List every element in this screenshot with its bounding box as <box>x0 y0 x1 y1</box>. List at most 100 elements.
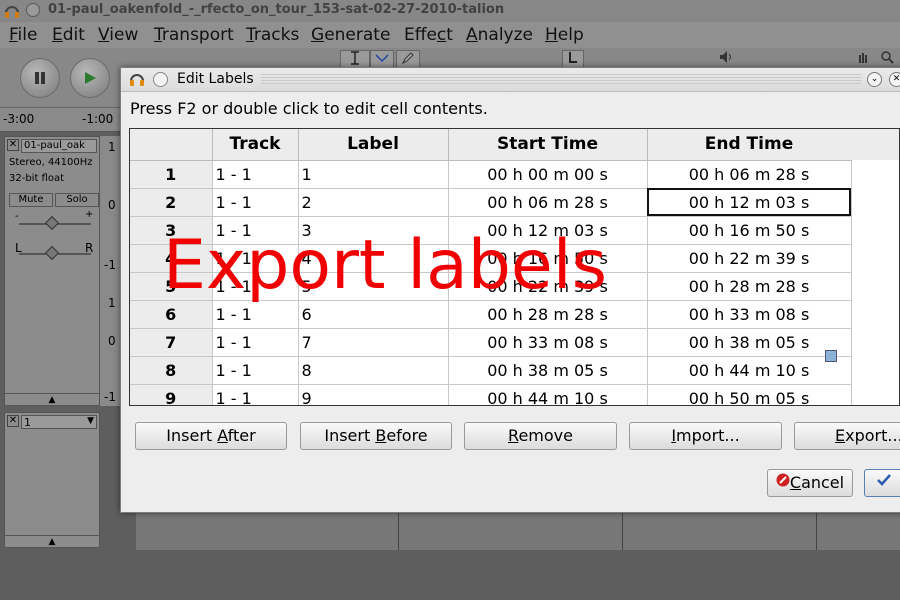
track-cell[interactable]: 1 - 1 <box>212 188 299 217</box>
row-number-cell[interactable]: 8 <box>130 356 213 385</box>
table-row[interactable]: 41 - 1 4 00 h 16 m 50 s 00 h 22 m 39 s <box>130 244 852 273</box>
insert-after-button[interactable]: Insert After <box>135 422 287 450</box>
row-number-cell[interactable]: 9 <box>130 384 213 405</box>
row-number-cell[interactable]: 5 <box>130 272 213 301</box>
track-cell[interactable]: 1 - 1 <box>212 244 299 273</box>
label-cell[interactable]: 4 <box>298 244 449 273</box>
dialog-window-menu-button[interactable] <box>153 72 168 87</box>
column-header-start-time[interactable]: Start Time <box>448 129 648 161</box>
start-time-cell[interactable]: 00 h 00 m 00 s <box>448 160 648 189</box>
track-cell[interactable]: 1 - 1 <box>212 300 299 329</box>
label-track-control-panel: ✕ 1 ▼ ▲ <box>4 412 100 548</box>
table-row[interactable]: 91 - 1 9 00 h 44 m 10 s 00 h 50 m 05 s <box>130 384 852 405</box>
menu-view[interactable]: View <box>98 25 138 45</box>
menu-help[interactable]: Help <box>545 25 584 45</box>
menu-transport[interactable]: Transport <box>154 25 234 45</box>
track-cell[interactable]: 1 - 1 <box>212 216 299 245</box>
start-time-cell[interactable]: 00 h 44 m 10 s <box>448 384 648 405</box>
end-time-cell[interactable]: 00 h 22 m 39 s <box>647 244 852 273</box>
start-time-cell[interactable]: 00 h 28 m 28 s <box>448 300 648 329</box>
track-cell[interactable]: 1 - 1 <box>212 356 299 385</box>
menubar: File Edit View Transport Tracks Generate… <box>0 22 900 48</box>
end-time-cell[interactable]: 00 h 44 m 10 s <box>647 356 852 385</box>
track-cell[interactable]: 1 - 1 <box>212 160 299 189</box>
row-number-cell[interactable]: 7 <box>130 328 213 357</box>
table-row[interactable]: 21 - 1 2 00 h 06 m 28 s 00 h 12 m 03 s <box>130 188 852 217</box>
end-time-cell[interactable]: 00 h 06 m 28 s <box>647 160 852 189</box>
label-cell[interactable]: 1 <box>298 160 449 189</box>
track-cell[interactable]: 1 - 1 <box>212 384 299 405</box>
label-track-name-menu[interactable]: 1 ▼ <box>21 415 97 429</box>
end-time-cell[interactable]: 00 h 12 m 03 s <box>647 188 852 217</box>
start-time-cell[interactable]: 00 h 06 m 28 s <box>448 188 648 217</box>
start-time-cell[interactable]: 00 h 33 m 08 s <box>448 328 648 357</box>
menu-effect[interactable]: Effect <box>404 25 453 45</box>
mute-button[interactable]: Mute <box>9 193 53 207</box>
track-cell[interactable]: 1 - 1 <box>212 328 299 357</box>
export-button[interactable]: Export... <box>794 422 900 450</box>
track-name-menu[interactable]: 01-paul_oak <box>21 139 97 153</box>
label-cell[interactable]: 9 <box>298 384 449 405</box>
table-row[interactable]: 51 - 1 5 00 h 22 m 39 s 00 h 28 m 28 s <box>130 272 852 301</box>
menu-edit[interactable]: Edit <box>52 25 85 45</box>
start-time-cell[interactable]: 00 h 22 m 39 s <box>448 272 648 301</box>
start-time-cell[interactable]: 00 h 12 m 03 s <box>448 216 648 245</box>
end-time-cell[interactable]: 00 h 16 m 50 s <box>647 216 852 245</box>
end-time-cell[interactable]: 00 h 28 m 28 s <box>647 272 852 301</box>
table-row[interactable]: 61 - 1 6 00 h 28 m 28 s 00 h 33 m 08 s <box>130 300 852 329</box>
row-number-cell[interactable]: 1 <box>130 160 213 189</box>
collapse-track-button[interactable]: ▲ <box>5 393 99 405</box>
solo-button[interactable]: Solo <box>55 193 99 207</box>
dropdown-arrow-icon: ▼ <box>87 416 94 426</box>
close-dialog-button[interactable]: ✕ <box>889 72 900 87</box>
end-time-cell[interactable]: 00 h 33 m 08 s <box>647 300 852 329</box>
menu-generate[interactable]: Generate <box>311 25 390 45</box>
table-row[interactable]: 11 - 1 1 00 h 00 m 00 s 00 h 06 m 28 s <box>130 160 852 189</box>
track-close-button[interactable]: ✕ <box>7 139 19 151</box>
timeline-ruler[interactable]: -3:00 -1:00 <box>0 108 130 132</box>
play-icon <box>71 59 109 100</box>
track-cell[interactable]: 1 - 1 <box>212 272 299 301</box>
menu-tracks[interactable]: Tracks <box>246 25 299 45</box>
row-number-cell[interactable]: 4 <box>130 244 213 273</box>
ok-button[interactable] <box>864 469 900 497</box>
column-header-end-time[interactable]: End Time <box>647 129 852 161</box>
window-menu-button[interactable] <box>26 3 40 17</box>
menu-file[interactable]: File <box>9 25 37 45</box>
collapse-dialog-button[interactable]: ⌄ <box>867 72 882 87</box>
corner-header-cell[interactable] <box>130 129 213 161</box>
import-button[interactable]: Import... <box>629 422 782 450</box>
column-header-track[interactable]: Track <box>212 129 299 161</box>
pan-slider-thumb[interactable] <box>44 245 60 261</box>
play-button[interactable] <box>70 58 110 98</box>
label-cell[interactable]: 7 <box>298 328 449 357</box>
table-row[interactable]: 81 - 1 8 00 h 38 m 05 s 00 h 44 m 10 s <box>130 356 852 385</box>
row-number-cell[interactable]: 3 <box>130 216 213 245</box>
start-time-cell[interactable]: 00 h 38 m 05 s <box>448 356 648 385</box>
label-cell[interactable]: 8 <box>298 356 449 385</box>
column-header-label[interactable]: Label <box>298 129 449 161</box>
menu-analyze[interactable]: Analyze <box>466 25 533 45</box>
grid-header-filler <box>850 129 899 160</box>
end-time-cell[interactable]: 00 h 38 m 05 s <box>647 328 852 357</box>
label-track-close-button[interactable]: ✕ <box>7 415 19 427</box>
start-time-cell[interactable]: 00 h 16 m 50 s <box>448 244 648 273</box>
labels-grid[interactable]: Track Label Start Time End Time 11 - 110… <box>129 128 900 406</box>
row-number-cell[interactable]: 6 <box>130 300 213 329</box>
label-track-lane[interactable] <box>136 512 900 550</box>
gain-slider-thumb[interactable] <box>44 215 60 231</box>
remove-button[interactable]: Remove <box>464 422 617 450</box>
row-number-cell[interactable]: 2 <box>130 188 213 217</box>
label-cell[interactable]: 5 <box>298 272 449 301</box>
insert-before-button[interactable]: Insert Before <box>300 422 452 450</box>
pause-button[interactable] <box>20 58 60 98</box>
end-time-cell[interactable]: 00 h 50 m 05 s <box>647 384 852 405</box>
label-cell[interactable]: 2 <box>298 188 449 217</box>
label-cell[interactable]: 3 <box>298 216 449 245</box>
table-row[interactable]: 71 - 1 7 00 h 33 m 08 s 00 h 38 m 05 s <box>130 328 852 357</box>
cancel-button[interactable]: Cancel <box>767 469 853 497</box>
table-row[interactable]: 31 - 1 3 00 h 12 m 03 s 00 h 16 m 50 s <box>130 216 852 245</box>
label-cell[interactable]: 6 <box>298 300 449 329</box>
collapse-label-track-button[interactable]: ▲ <box>5 535 99 547</box>
dialog-titlebar[interactable]: Edit Labels ⌄ ✕ <box>121 68 900 92</box>
